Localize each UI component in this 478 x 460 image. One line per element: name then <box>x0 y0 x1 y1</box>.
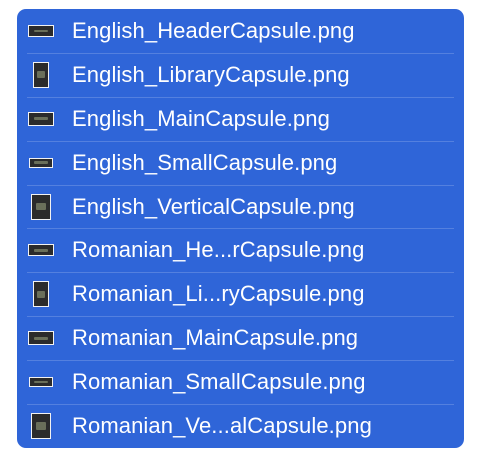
file-item-english-library[interactable]: English_LibraryCapsule.png <box>17 52 464 97</box>
image-thumbnail-icon <box>20 323 62 353</box>
file-name: English_HeaderCapsule.png <box>72 17 355 43</box>
file-name: English_LibraryCapsule.png <box>72 61 350 87</box>
file-item-english-main[interactable]: English_MainCapsule.png <box>17 96 464 141</box>
file-name: English_MainCapsule.png <box>72 105 330 131</box>
file-name: Romanian_MainCapsule.png <box>72 325 359 351</box>
file-item-english-header[interactable]: English_HeaderCapsule.png <box>17 9 464 53</box>
image-thumbnail-icon <box>20 411 62 441</box>
image-thumbnail-icon <box>20 60 62 90</box>
file-item-romanian-library[interactable]: Romanian_Li...ryCapsule.png <box>17 272 464 316</box>
image-thumbnail-icon <box>20 148 62 178</box>
file-item-romanian-header[interactable]: Romanian_He...rCapsule.png <box>17 228 464 272</box>
image-thumbnail-icon <box>20 367 62 397</box>
file-item-romanian-main[interactable]: Romanian_MainCapsule.png <box>17 316 464 360</box>
file-name: Romanian_SmallCapsule.png <box>72 369 366 395</box>
file-name: Romanian_Li...ryCapsule.png <box>72 281 365 307</box>
file-name: English_SmallCapsule.png <box>72 149 338 175</box>
file-name: Romanian_He...rCapsule.png <box>72 237 365 263</box>
file-item-romanian-vertical[interactable]: Romanian_Ve...alCapsule.png <box>17 404 464 448</box>
image-thumbnail-icon <box>20 192 62 222</box>
file-item-romanian-small[interactable]: Romanian_SmallCapsule.png <box>17 360 464 404</box>
selected-file-list: English_HeaderCapsule.png English_Librar… <box>17 9 464 448</box>
file-name: English_VerticalCapsule.png <box>72 193 355 219</box>
file-name: Romanian_Ve...alCapsule.png <box>72 412 372 438</box>
file-item-english-small[interactable]: English_SmallCapsule.png <box>17 140 464 185</box>
image-thumbnail-icon <box>20 16 62 46</box>
file-item-english-vertical[interactable]: English_VerticalCapsule.png <box>17 184 464 229</box>
image-thumbnail-icon <box>20 235 62 265</box>
image-thumbnail-icon <box>20 104 62 134</box>
image-thumbnail-icon <box>20 279 62 309</box>
